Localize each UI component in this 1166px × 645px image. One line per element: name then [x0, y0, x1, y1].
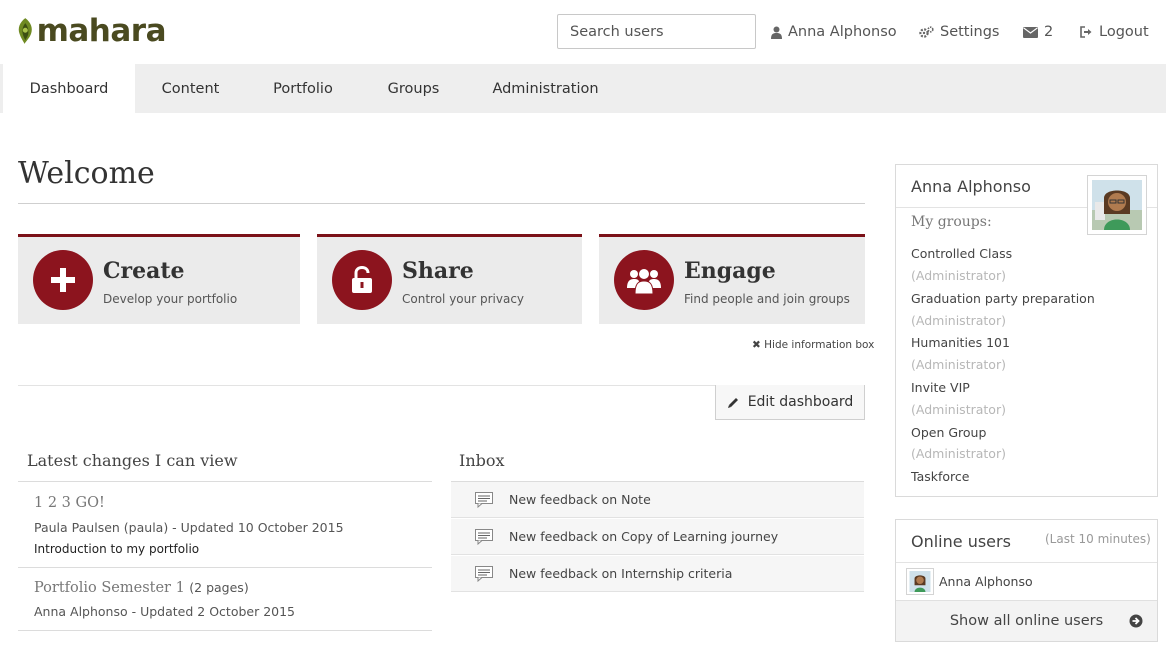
page-title: Welcome: [18, 156, 155, 191]
group-name[interactable]: Taskforce: [911, 469, 969, 484]
engage-card[interactable]: Engage Find people and join groups: [599, 234, 865, 324]
inbox-item[interactable]: New feedback on Copy of Learning journey: [451, 519, 864, 555]
inbox-item[interactable]: New feedback on Internship criteria: [451, 556, 864, 592]
logout-link[interactable]: Logout: [1080, 24, 1149, 40]
group-name[interactable]: Controlled Class: [911, 246, 1012, 261]
engage-card-subtitle: Find people and join groups: [684, 292, 850, 306]
avatar[interactable]: [1087, 175, 1147, 235]
share-card-title: Share: [402, 258, 474, 284]
latest-change-description-1: Introduction to my portfolio: [34, 542, 200, 556]
online-users-title: Online users: [911, 532, 1011, 551]
latest-change-2: Portfolio Semester 1 (2 pages): [34, 579, 249, 597]
group-name[interactable]: Invite VIP: [911, 380, 970, 395]
latest-changes-title: Latest changes I can view: [27, 451, 238, 470]
latest-changes-divider: [18, 481, 432, 482]
engage-card-title: Engage: [684, 258, 776, 284]
inbox-item[interactable]: New feedback on Note: [451, 482, 864, 518]
avatar-image: [1092, 180, 1142, 230]
gears-icon: [919, 25, 934, 38]
logo-text: mahara: [36, 13, 167, 49]
group-role: (Administrator): [911, 268, 1006, 283]
latest-change-title-2[interactable]: Portfolio Semester 1: [34, 580, 185, 596]
online-user-avatar[interactable]: [906, 568, 934, 595]
search-users-input[interactable]: [557, 14, 756, 49]
share-card[interactable]: Share Control your privacy: [317, 234, 582, 324]
latest-change-title-1[interactable]: 1 2 3 GO!: [34, 495, 105, 511]
tab-administration[interactable]: Administration: [467, 64, 624, 113]
show-all-online-users-label: Show all online users: [949, 613, 1104, 629]
feedback-icon: [475, 491, 493, 508]
pencil-icon: [727, 397, 738, 408]
create-card-title: Create: [103, 258, 185, 284]
online-users-period: (Last 10 minutes): [1045, 532, 1151, 546]
edit-dashboard-label: Edit dashboard: [747, 394, 854, 410]
show-all-online-users-button[interactable]: Show all online users: [896, 600, 1157, 641]
share-card-subtitle: Control your privacy: [402, 292, 525, 306]
users-icon: [627, 268, 661, 294]
group-role: (Administrator): [911, 313, 1006, 328]
tab-content[interactable]: Content: [135, 64, 246, 113]
avatar-image: [909, 571, 931, 592]
close-icon: ✖: [752, 339, 761, 351]
latest-change-meta-2: Anna Alphonso - Updated 2 October 2015: [34, 604, 296, 619]
feedback-icon: [475, 565, 493, 582]
inbox-count: 2: [1044, 24, 1054, 40]
profile-name[interactable]: Anna Alphonso: [911, 177, 1031, 196]
settings-link[interactable]: Settings: [919, 24, 999, 40]
inbox-title: Inbox: [459, 451, 505, 470]
latest-change-meta-1: Paula Paulsen (paula) - Updated 10 Octob…: [34, 520, 344, 535]
group-name[interactable]: Open Group: [911, 425, 986, 440]
group-name[interactable]: Humanities 101: [911, 335, 1010, 350]
tab-portfolio[interactable]: Portfolio: [246, 64, 360, 113]
plus-icon: [51, 268, 75, 292]
envelope-icon: [1023, 26, 1038, 38]
tab-groups[interactable]: Groups: [360, 64, 467, 113]
latest-change-pages-2: (2 pages): [189, 580, 249, 595]
share-circle: [332, 250, 392, 310]
settings-label: Settings: [940, 24, 1000, 40]
user-name: Anna Alphonso: [788, 24, 897, 40]
tab-dashboard[interactable]: Dashboard: [3, 64, 135, 113]
group-role: (Administrator): [911, 402, 1006, 417]
engage-circle: [614, 250, 674, 310]
online-users-divider: [896, 562, 1157, 563]
mahara-logo[interactable]: mahara: [16, 8, 167, 54]
hide-info-label: Hide information box: [764, 339, 875, 351]
sign-out-icon: [1080, 26, 1092, 38]
feedback-icon: [475, 528, 493, 545]
latest-change-divider: [18, 567, 432, 568]
group-name[interactable]: Graduation party preparation: [911, 291, 1095, 306]
latest-changes-bottom-divider: [18, 630, 432, 631]
my-groups-label: My groups:: [911, 214, 992, 230]
mahara-leaf-icon: [18, 18, 32, 44]
create-card[interactable]: Create Develop your portfolio: [18, 234, 300, 324]
user-profile-link[interactable]: Anna Alphonso: [771, 24, 897, 40]
unlock-icon: [352, 266, 372, 293]
edit-dashboard-button[interactable]: Edit dashboard: [715, 385, 865, 420]
inbox-item-text: New feedback on Note: [509, 492, 651, 507]
online-user-name[interactable]: Anna Alphonso: [939, 574, 1033, 589]
create-card-subtitle: Develop your portfolio: [103, 292, 238, 306]
group-role: (Administrator): [911, 446, 1006, 461]
title-divider: [18, 203, 865, 204]
inbox-item-text: New feedback on Copy of Learning journey: [509, 529, 779, 544]
hide-info-box-link[interactable]: ✖ Hide information box: [752, 339, 874, 351]
inbox-item-text: New feedback on Internship criteria: [509, 566, 733, 581]
create-circle: [33, 250, 93, 310]
arrow-circle-right-icon: [1129, 614, 1143, 628]
group-role: (Administrator): [911, 357, 1006, 372]
inbox-link[interactable]: 2: [1023, 24, 1053, 40]
user-icon: [771, 26, 782, 39]
logout-label: Logout: [1099, 24, 1149, 40]
